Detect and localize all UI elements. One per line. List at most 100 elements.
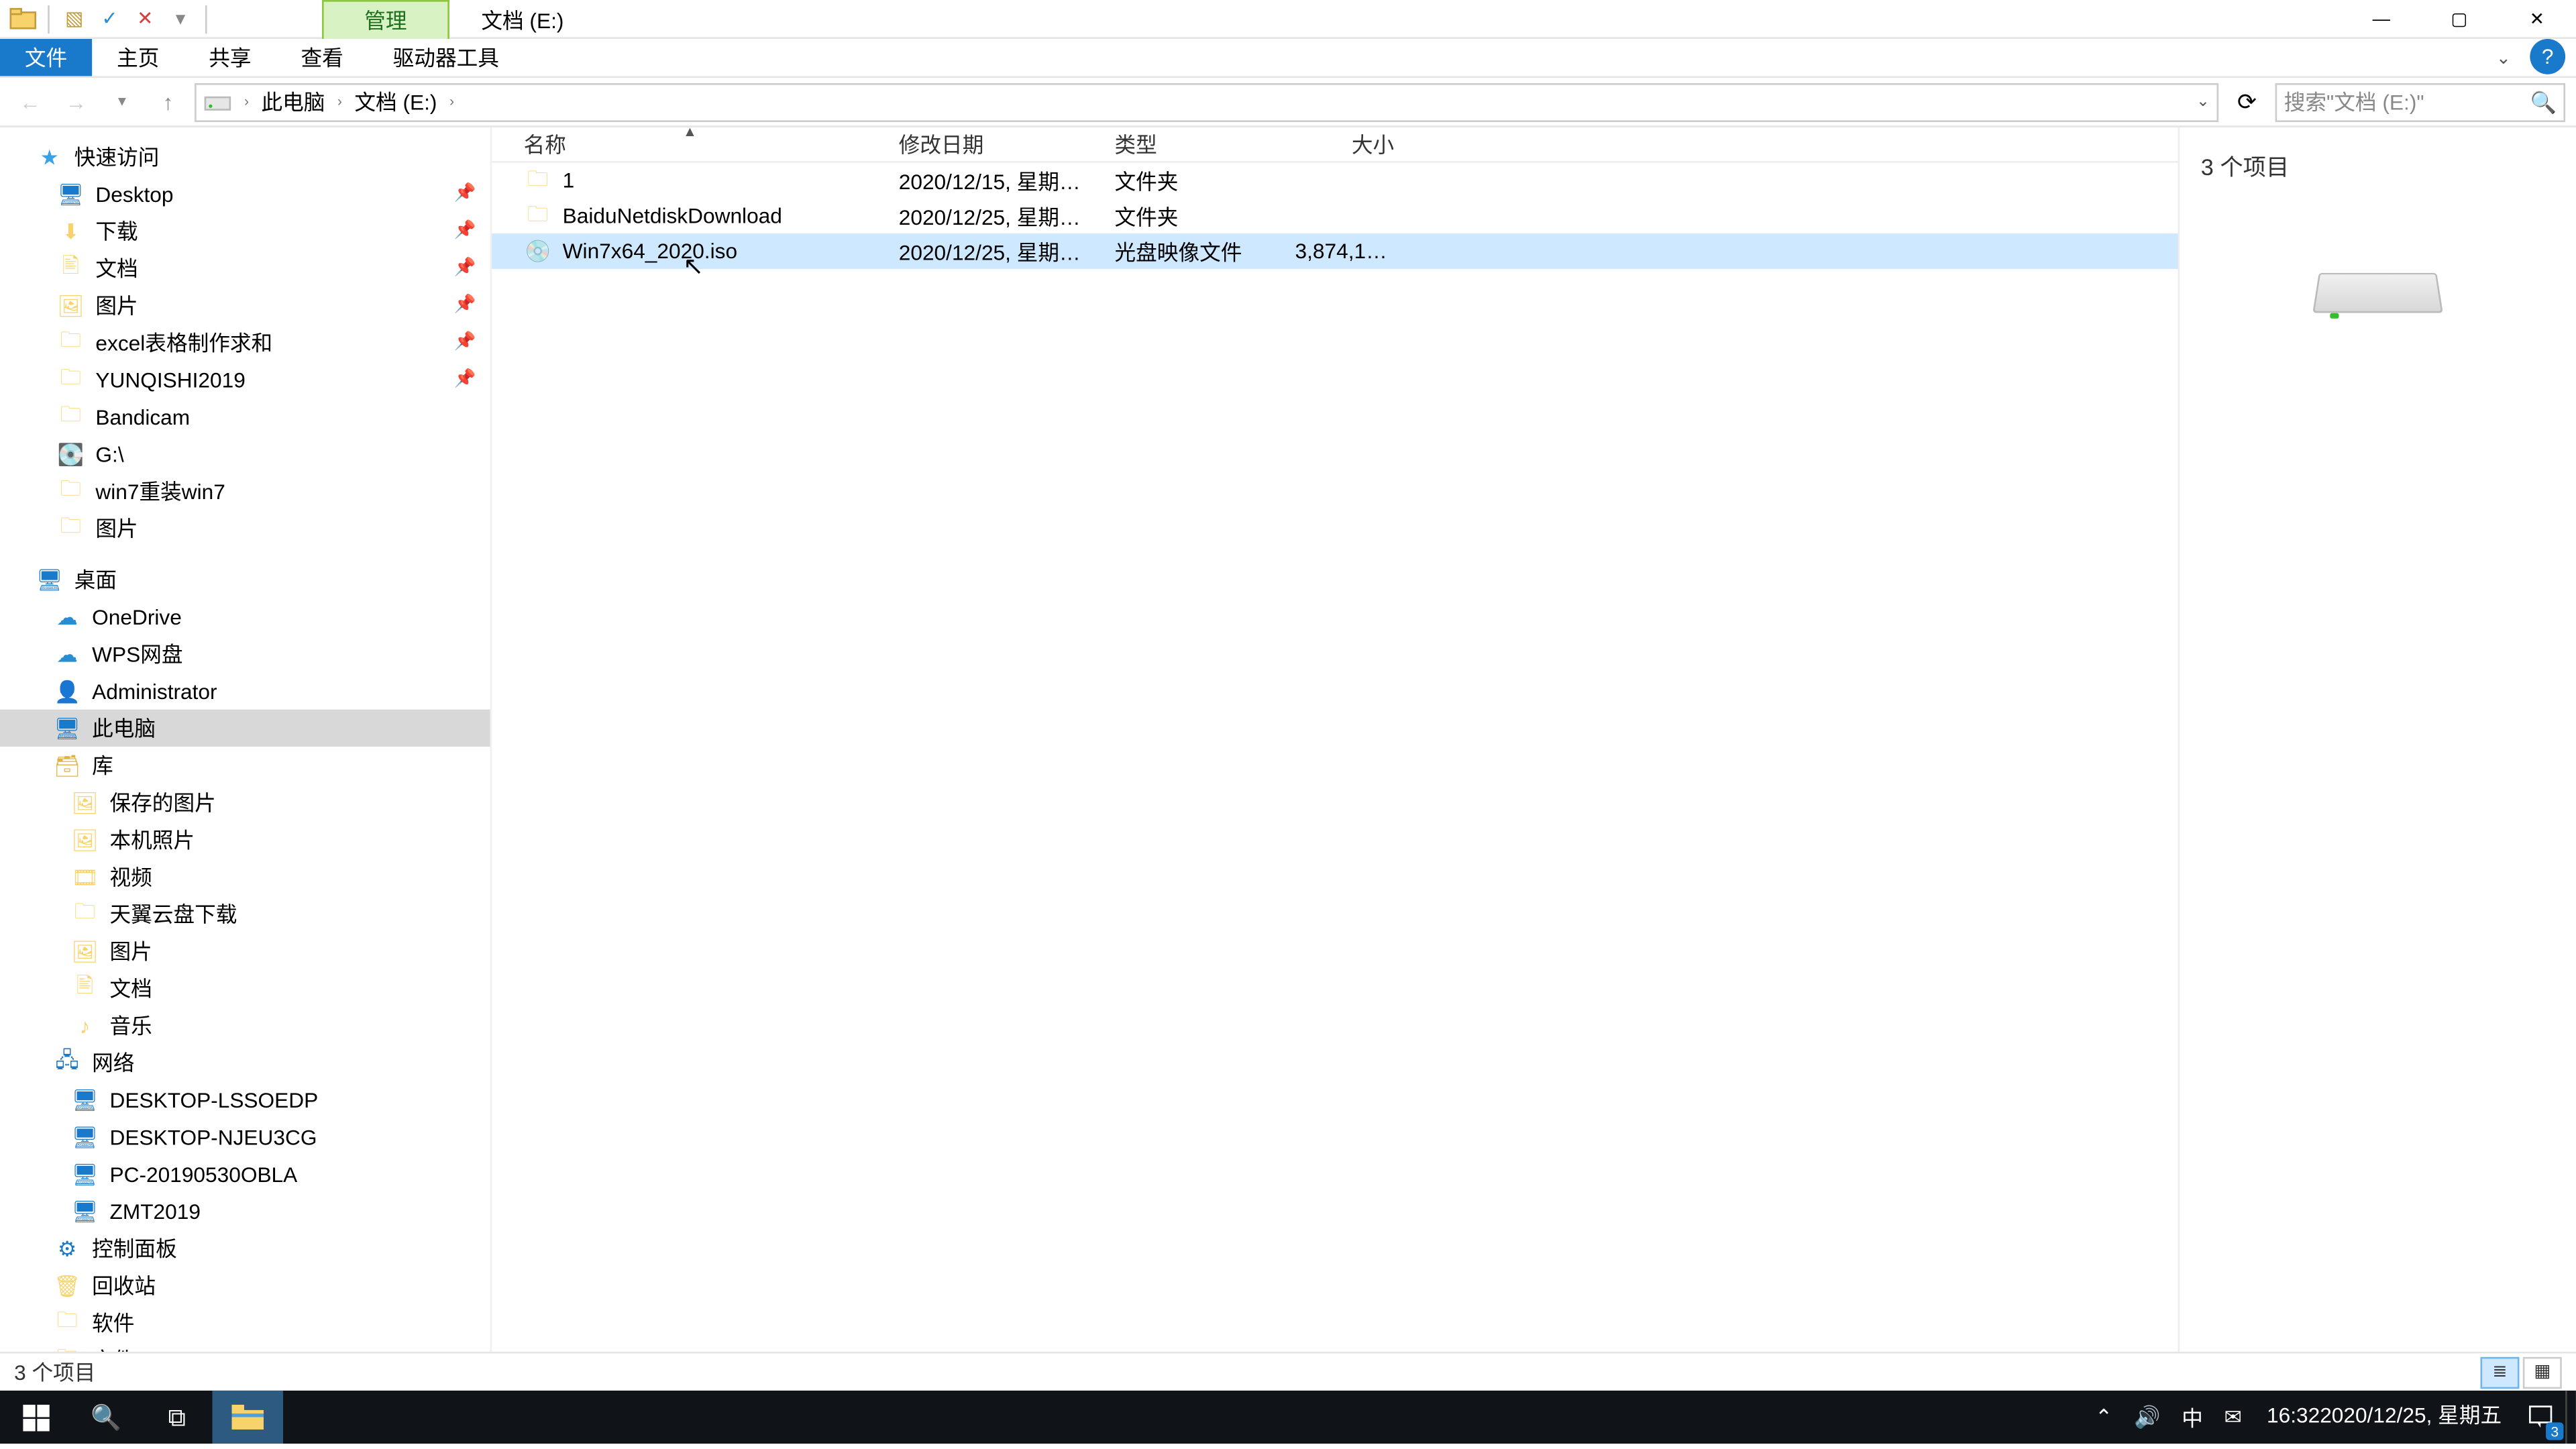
sidebar-network-host[interactable]: 🖥ZMT2019 bbox=[0, 1193, 490, 1230]
sidebar-libraries[interactable]: 🗃库 bbox=[0, 747, 490, 784]
tray-mail-icon[interactable]: ✉ bbox=[2214, 1391, 2253, 1444]
qat-properties-icon[interactable]: ▧ bbox=[58, 3, 90, 34]
col-type[interactable]: 类型 bbox=[1104, 129, 1285, 160]
sidebar-network[interactable]: 🖧网络 bbox=[0, 1044, 490, 1081]
tray-clock[interactable]: 16:32 2020/12/25, 星期五 bbox=[2253, 1391, 2516, 1444]
sidebar-onedrive[interactable]: ☁OneDrive bbox=[0, 598, 490, 635]
ribbon-tab-file[interactable]: 文件 bbox=[0, 39, 92, 76]
sidebar-item-pictures2[interactable]: 🗀图片 bbox=[0, 510, 490, 547]
ribbon-tab-view[interactable]: 查看 bbox=[276, 39, 368, 76]
crumb-drive[interactable]: 文档 (E:) bbox=[354, 87, 437, 117]
explorer-icon[interactable] bbox=[7, 3, 39, 34]
chevron-right-icon[interactable]: › bbox=[337, 94, 342, 110]
chevron-right-icon[interactable]: › bbox=[244, 94, 249, 110]
close-button[interactable]: ✕ bbox=[2498, 0, 2576, 39]
sidebar-quick-access-label: 快速访问 bbox=[74, 142, 160, 172]
search-button[interactable]: 🔍 bbox=[70, 1391, 141, 1444]
search-input[interactable]: 搜索"文档 (E:)" 🔍 bbox=[2275, 83, 2566, 121]
address-dropdown-icon[interactable]: ⌄ bbox=[2196, 92, 2210, 111]
nav-up-button[interactable]: ↑ bbox=[149, 83, 188, 121]
computer-icon: 🖥 bbox=[70, 1197, 99, 1225]
view-details-button[interactable]: ≣ bbox=[2480, 1356, 2519, 1387]
sidebar-controlpanel[interactable]: ⚙控制面板 bbox=[0, 1230, 490, 1267]
chevron-right-icon[interactable]: › bbox=[449, 94, 454, 110]
sidebar-lib-docs[interactable]: 🖹文档 bbox=[0, 969, 490, 1006]
tray-ime-icon[interactable]: 中 bbox=[2171, 1391, 2213, 1444]
sidebar-item-downloads[interactable]: ⬇下载📌 bbox=[0, 212, 490, 249]
sidebar-item-label: PC-20190530OBLA bbox=[110, 1161, 298, 1186]
show-desktop-button[interactable] bbox=[2565, 1391, 2576, 1444]
action-center-icon[interactable]: 3 bbox=[2516, 1391, 2565, 1444]
titlebar: ▧ ✓ ✕ ▾ 管理 文档 (E:) — ▢ ✕ bbox=[0, 0, 2576, 39]
file-row[interactable]: 🗀BaiduNetdiskDownload 2020/12/25, 星期五 1.… bbox=[492, 198, 2178, 233]
folder-icon: 🗀 bbox=[70, 900, 99, 928]
sidebar-item-bandicam[interactable]: 🗀Bandicam bbox=[0, 398, 490, 435]
ribbon-tab-drive-tools[interactable]: 驱动器工具 bbox=[368, 39, 524, 76]
tray-overflow-icon[interactable]: ⌃ bbox=[2084, 1391, 2123, 1444]
quick-access-toolbar: ▧ ✓ ✕ ▾ bbox=[0, 3, 212, 34]
file-type: 光盘映像文件 bbox=[1104, 236, 1285, 266]
taskview-button[interactable]: ⧉ bbox=[142, 1391, 212, 1444]
tray-clock-time: 16:32 bbox=[2267, 1405, 2320, 1429]
ribbon-expand-icon[interactable]: ⌄ bbox=[2484, 39, 2523, 78]
sidebar-item-gdrive[interactable]: 💽G:\ bbox=[0, 435, 490, 472]
sidebar-lib-pics[interactable]: 🖼图片 bbox=[0, 932, 490, 969]
iso-file-icon: 💿 bbox=[524, 237, 552, 265]
sidebar-item-yunqishi[interactable]: 🗀YUNQISHI2019📌 bbox=[0, 361, 490, 398]
nav-forward-button[interactable]: → bbox=[56, 83, 95, 121]
sidebar-software-folder[interactable]: 🗀软件 bbox=[0, 1304, 490, 1341]
sidebar-item-label: 保存的图片 bbox=[110, 788, 216, 818]
file-date: 2020/12/25, 星期五 1... bbox=[888, 201, 1104, 231]
qat-new-icon[interactable]: ▾ bbox=[164, 3, 196, 34]
sidebar-item-excel-folder[interactable]: 🗀excel表格制作求和📌 bbox=[0, 324, 490, 361]
sidebar-files-folder[interactable]: 🗀文件 bbox=[0, 1341, 490, 1352]
sidebar-item-label: 回收站 bbox=[92, 1271, 156, 1301]
sidebar-item-label: OneDrive bbox=[92, 604, 182, 629]
sidebar-item-label: 文件 bbox=[92, 1344, 134, 1352]
sidebar-item-pictures[interactable]: 🖼图片📌 bbox=[0, 286, 490, 323]
sidebar-thispc[interactable]: 🖥此电脑 bbox=[0, 710, 490, 747]
refresh-button[interactable]: ⟳ bbox=[2226, 83, 2268, 121]
help-icon[interactable]: ? bbox=[2530, 39, 2565, 74]
sidebar-item-win7-folder[interactable]: 🗀win7重装win7 bbox=[0, 472, 490, 509]
col-modified[interactable]: 修改日期 bbox=[888, 129, 1104, 160]
minimize-button[interactable]: — bbox=[2343, 0, 2420, 39]
sidebar-recyclebin[interactable]: 🗑回收站 bbox=[0, 1267, 490, 1303]
taskbar-explorer[interactable] bbox=[212, 1391, 282, 1444]
sidebar-network-host[interactable]: 🖥DESKTOP-NJEU3CG bbox=[0, 1118, 490, 1155]
qat-check-icon[interactable]: ✓ bbox=[94, 3, 125, 34]
address-bar[interactable]: › 此电脑 › 文档 (E:) › ⌄ bbox=[195, 83, 2218, 121]
nav-recent-dropdown[interactable]: ▾ bbox=[103, 83, 142, 121]
sidebar-quick-access[interactable]: ★ 快速访问 bbox=[0, 138, 490, 175]
col-size[interactable]: 大小 bbox=[1285, 129, 1405, 160]
ribbon-context-tab-manage[interactable]: 管理 bbox=[322, 0, 449, 39]
sidebar-network-host[interactable]: 🖥DESKTOP-LSSOEDP bbox=[0, 1081, 490, 1118]
view-icons-button[interactable]: ▦ bbox=[2523, 1356, 2562, 1387]
sidebar-desktop-root[interactable]: 🖥桌面 bbox=[0, 561, 490, 598]
sidebar-item-desktop[interactable]: 🖥Desktop📌 bbox=[0, 175, 490, 212]
search-icon[interactable]: 🔍 bbox=[2530, 89, 2556, 114]
ribbon-tab-share[interactable]: 共享 bbox=[184, 39, 276, 76]
sidebar-lib-localpics[interactable]: 🖼本机照片 bbox=[0, 821, 490, 858]
ribbon-tab-home[interactable]: 主页 bbox=[92, 39, 184, 76]
folder-icon: 🗀 bbox=[56, 328, 85, 356]
file-row[interactable]: 🗀1 2020/12/15, 星期二 1... 文件夹 bbox=[492, 163, 2178, 199]
qat-close-icon[interactable]: ✕ bbox=[129, 3, 161, 34]
file-size: 3,874,126... bbox=[1285, 239, 1405, 264]
file-row[interactable]: 💿Win7x64_2020.iso 2020/12/25, 星期五 1... 光… bbox=[492, 233, 2178, 269]
nav-back-button[interactable]: ← bbox=[11, 83, 50, 121]
folder-icon: 🗀 bbox=[56, 402, 85, 431]
sidebar-wps[interactable]: ☁WPS网盘 bbox=[0, 635, 490, 672]
pin-icon: 📌 bbox=[454, 333, 476, 352]
tray-volume-icon[interactable]: 🔊 bbox=[2123, 1391, 2171, 1444]
sidebar-lib-music[interactable]: ♪音乐 bbox=[0, 1007, 490, 1044]
sidebar-user[interactable]: 👤Administrator bbox=[0, 672, 490, 709]
sidebar-network-host[interactable]: 🖥PC-20190530OBLA bbox=[0, 1155, 490, 1192]
sidebar-lib-videos[interactable]: 🎞视频 bbox=[0, 858, 490, 895]
sidebar-lib-savedpics[interactable]: 🖼保存的图片 bbox=[0, 784, 490, 820]
sidebar-item-documents[interactable]: 🖹文档📌 bbox=[0, 250, 490, 286]
crumb-thispc[interactable]: 此电脑 bbox=[261, 87, 325, 117]
start-button[interactable] bbox=[0, 1391, 70, 1444]
sidebar-lib-tianyi[interactable]: 🗀天翼云盘下载 bbox=[0, 895, 490, 932]
maximize-button[interactable]: ▢ bbox=[2420, 0, 2498, 39]
